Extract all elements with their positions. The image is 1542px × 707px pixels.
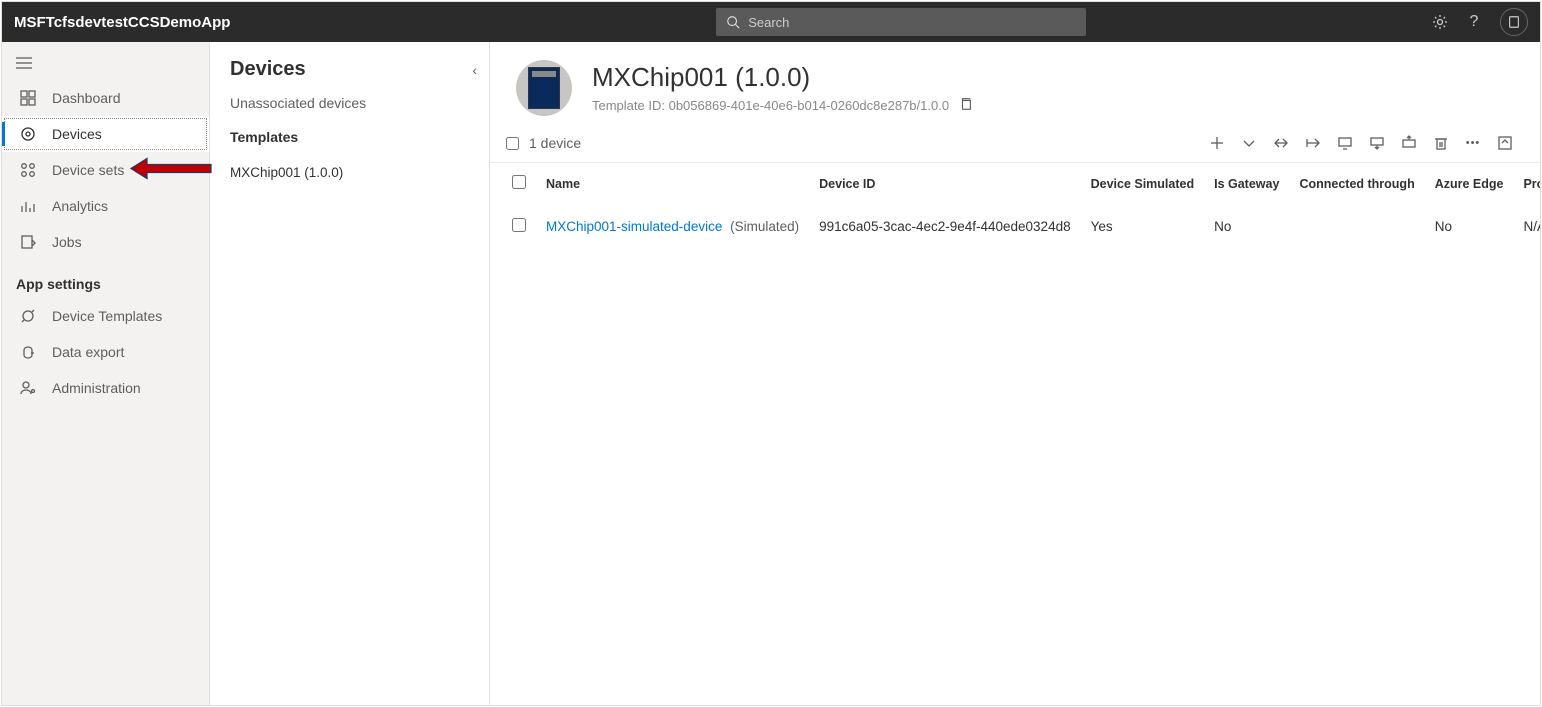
col-connected[interactable]: Connected through [1289, 163, 1424, 204]
col-name[interactable]: Name [536, 163, 809, 204]
jobs-icon [16, 234, 40, 250]
header-checkbox[interactable] [512, 175, 526, 189]
nav-item-label: Devices [52, 126, 102, 142]
monitor-down-icon[interactable] [1368, 134, 1386, 152]
left-nav: Dashboard Devices Device sets Analytics … [2, 42, 210, 705]
device-name-link[interactable]: MXChip001-simulated-device [546, 219, 722, 234]
nav-item-label: Analytics [52, 198, 108, 214]
help-icon[interactable]: ? [1466, 14, 1482, 30]
analytics-icon [16, 198, 40, 214]
dropdown-button[interactable] [1240, 134, 1258, 152]
nav-item-label: Data export [52, 344, 124, 360]
search-icon [726, 15, 740, 29]
table-row[interactable]: MXChip001-simulated-device (Simulated) 9… [502, 204, 1540, 249]
col-simulated[interactable]: Device Simulated [1081, 163, 1205, 204]
account-button[interactable] [1500, 8, 1528, 36]
device-image [516, 60, 572, 116]
search-box[interactable] [716, 8, 1086, 36]
settings-icon[interactable] [1432, 14, 1448, 30]
nav-item-label: Jobs [52, 234, 82, 250]
monitor-up-icon[interactable] [1400, 134, 1418, 152]
nav-item-label: Device Templates [52, 308, 162, 324]
device-sets-icon [16, 162, 40, 178]
nav-item-data-export[interactable]: Data export [2, 334, 209, 370]
row-checkbox[interactable] [512, 218, 526, 232]
secondary-pane: Devices ‹ Unassociated devices Templates… [210, 42, 490, 705]
more-icon[interactable]: ••• [1464, 134, 1482, 152]
unassociated-devices-link[interactable]: Unassociated devices [230, 95, 469, 111]
delete-icon[interactable] [1432, 134, 1450, 152]
hamburger-button[interactable] [2, 48, 209, 80]
template-item[interactable]: MXChip001 (1.0.0) [226, 159, 469, 186]
col-provisioning[interactable]: Provisioning Stat [1513, 163, 1540, 204]
administration-icon [16, 380, 40, 396]
nav-item-analytics[interactable]: Analytics [2, 188, 209, 224]
cell-provisioning: N/A [1513, 204, 1540, 249]
device-templates-icon [16, 308, 40, 324]
cell-gateway: No [1204, 204, 1289, 249]
search-input[interactable] [748, 15, 1076, 30]
nav-item-jobs[interactable]: Jobs [2, 224, 209, 260]
cell-azure-edge: No [1425, 204, 1514, 249]
col-device-id[interactable]: Device ID [809, 163, 1080, 204]
cell-connected [1289, 204, 1424, 249]
collapse-button[interactable]: ‹ [472, 62, 477, 78]
nav-item-label: Administration [52, 380, 141, 396]
data-export-icon [16, 344, 40, 360]
templates-heading: Templates [230, 129, 469, 145]
app-title: MSFTcfsdevtestCCSDemoApp [14, 14, 230, 31]
main-content: MXChip001 (1.0.0) Template ID: 0b056869-… [490, 42, 1540, 705]
simulated-tag: (Simulated) [730, 219, 799, 234]
nav-item-device-sets[interactable]: Device sets [2, 152, 209, 188]
col-gateway[interactable]: Is Gateway [1204, 163, 1289, 204]
copy-icon[interactable] [959, 97, 973, 114]
topbar: MSFTcfsdevtestCCSDemoApp ? [2, 2, 1540, 42]
col-azure-edge[interactable]: Azure Edge [1425, 163, 1514, 204]
nav-item-label: Device sets [52, 162, 124, 178]
secondary-heading: Devices [230, 58, 469, 81]
template-id-label: Template ID: 0b056869-401e-40e6-b014-026… [592, 98, 949, 113]
select-all-checkbox[interactable] [506, 137, 519, 150]
nav-item-administration[interactable]: Administration [2, 370, 209, 406]
nav-item-device-templates[interactable]: Device Templates [2, 298, 209, 334]
fullscreen-icon[interactable] [1496, 134, 1514, 152]
callout-arrow [127, 156, 213, 185]
nav-section-app-settings: App settings [2, 260, 209, 298]
toolbar: 1 device ••• [490, 126, 1540, 163]
cell-device-id: 991c6a05-3cac-4ec2-9e4f-440ede0324d8 [809, 204, 1080, 249]
nav-item-dashboard[interactable]: Dashboard [2, 80, 209, 116]
device-title: MXChip001 (1.0.0) [592, 62, 973, 93]
add-button[interactable] [1208, 134, 1226, 152]
monitor-icon[interactable] [1336, 134, 1354, 152]
move-right-icon[interactable] [1304, 134, 1322, 152]
cell-simulated: Yes [1081, 204, 1205, 249]
device-grid: Name Device ID Device Simulated Is Gatew… [490, 163, 1540, 249]
device-count-label: 1 device [529, 135, 581, 151]
dashboard-icon [16, 90, 40, 106]
nav-item-label: Dashboard [52, 90, 121, 106]
move-left-icon[interactable] [1272, 134, 1290, 152]
nav-item-devices[interactable]: Devices [2, 116, 209, 152]
devices-icon [16, 126, 40, 142]
